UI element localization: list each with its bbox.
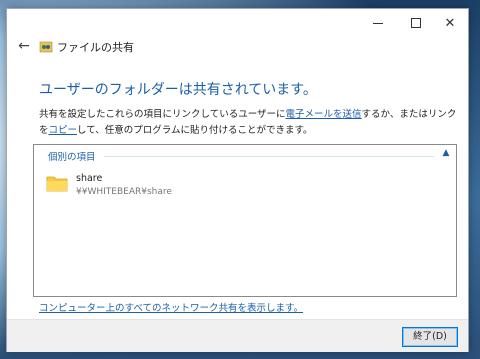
folder-icon (46, 176, 68, 192)
description-part3: して、任意のプログラムに貼り付けることができます。 (77, 125, 313, 136)
item-name: share (76, 173, 103, 184)
dialog-footer: 終了(D) (7, 319, 468, 352)
item-path: ¥¥WHITEBEAR¥share (76, 187, 172, 197)
copy-link[interactable]: コピー (49, 125, 78, 136)
close-icon: ✕ (444, 15, 456, 31)
maximize-button[interactable] (398, 9, 434, 37)
group-divider (104, 156, 434, 157)
back-button[interactable]: ← (13, 37, 35, 55)
finish-button[interactable]: 終了(D) (402, 327, 458, 347)
maximize-icon (411, 18, 421, 28)
description-part1: 共有を設定したこれらの項目にリンクしているユーザーに (39, 109, 286, 120)
instructions-text: 共有を設定したこれらの項目にリンクしているユーザーに電子メールを送信するか、また… (39, 107, 459, 139)
shared-items-list[interactable]: 個別の項目 ▲ share ¥¥WHITEBEAR¥share (33, 144, 457, 297)
minimize-button[interactable] (360, 9, 396, 37)
share-folder-icon (39, 41, 53, 53)
send-email-link[interactable]: 電子メールを送信 (286, 109, 362, 120)
chevron-up-icon[interactable]: ▲ (440, 147, 452, 159)
title-bar[interactable]: ✕ (7, 9, 468, 37)
minimize-icon (373, 22, 383, 24)
window-title: ファイルの共有 (57, 41, 134, 54)
group-header-individual-items[interactable]: 個別の項目 (48, 149, 96, 163)
list-item[interactable]: share ¥¥WHITEBEAR¥share (46, 171, 246, 201)
view-all-network-shares-link[interactable]: コンピューター上のすべてのネットワーク共有を表示します。 (39, 300, 303, 314)
close-window-button[interactable]: ✕ (432, 9, 468, 37)
file-sharing-dialog: ✕ ← ファイルの共有 ユーザーのフォルダーは共有されています。 共有を設定した… (6, 8, 469, 352)
back-arrow-icon: ← (18, 38, 30, 54)
page-heading: ユーザーのフォルダーは共有されています。 (39, 82, 317, 98)
